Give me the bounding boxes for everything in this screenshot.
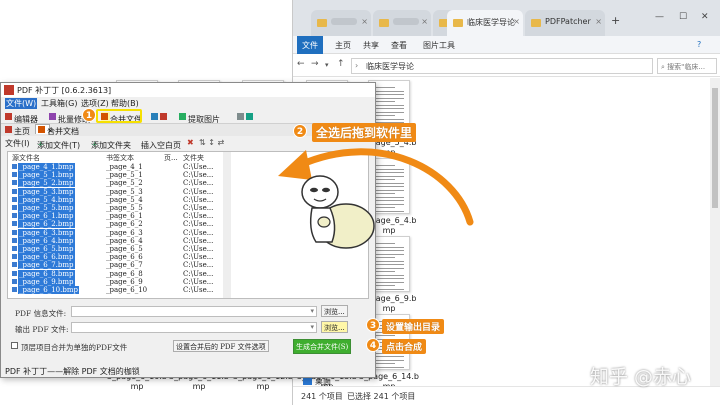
mascot-sticker-image	[301, 175, 375, 249]
watermark-text: 知乎 @赤心	[590, 366, 692, 388]
screenshot-root: × × × 临床医学导论× PDFPatcher× + — ☐ ✕ 文件 主页 …	[0, 0, 720, 405]
step-2-badge: 2	[293, 124, 307, 138]
step-2-caption: 全选后拖到软件里	[312, 123, 417, 142]
step-3-caption: 设置输出目录	[382, 319, 445, 334]
step-4-badge: 4	[366, 338, 380, 352]
step-4-caption: 点击合成	[382, 339, 427, 354]
step-3-badge: 3	[366, 318, 380, 332]
